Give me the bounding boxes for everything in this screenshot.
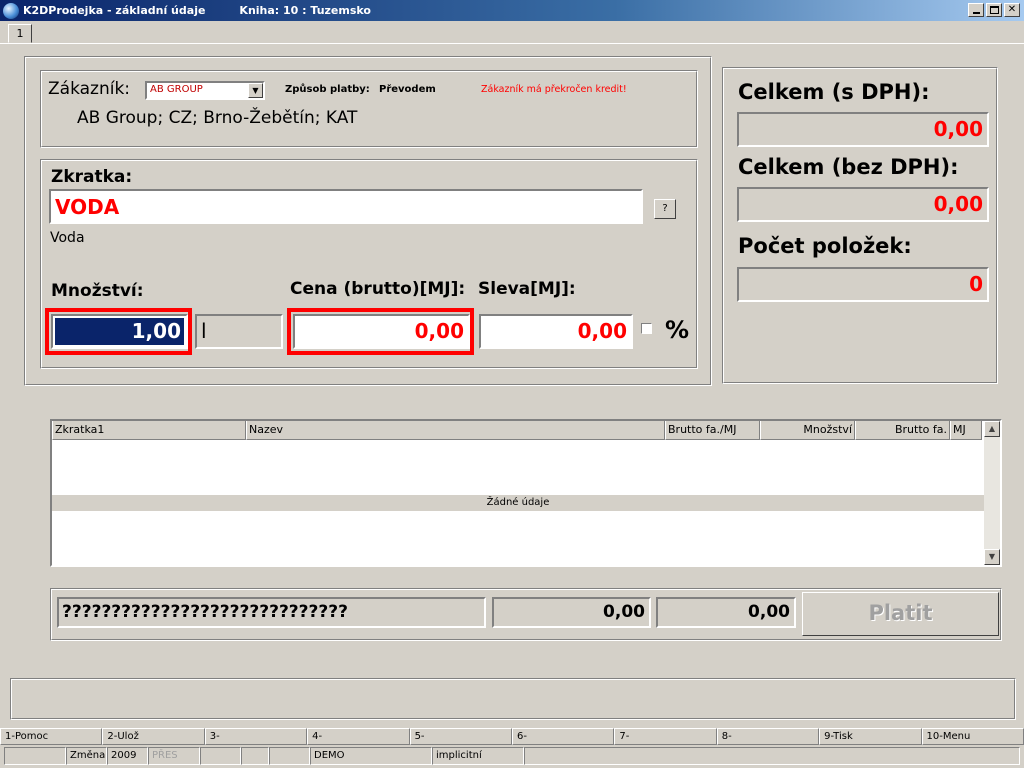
credit-warning: Zákazník má překročen kredit! <box>481 84 627 95</box>
grid-header: Zkratka1 Nazev Brutto fa./MJ Množství Br… <box>52 421 982 440</box>
status-bar: Změna 2009 PŘES DEMO implicitní <box>0 746 1024 766</box>
function-key-bar: 1-Pomoc 2-Ulož 3- 4- 5- 6- 7- 8- 9-Tisk … <box>0 728 1024 746</box>
maximize-button[interactable] <box>986 3 1002 17</box>
payment-label: Způsob platby: <box>285 84 370 95</box>
unit-value: l <box>201 319 207 343</box>
message-panel <box>10 678 1016 720</box>
fkey-7[interactable]: 7- <box>614 728 717 745</box>
title-bar[interactable]: K2DProdejka - základní údaje Kniha: 10 :… <box>0 0 1024 21</box>
status-cell-empty <box>524 747 1020 765</box>
pay-button[interactable]: Platit <box>802 592 999 636</box>
status-cell-empty <box>241 747 269 765</box>
grid-col-header[interactable]: Zkratka1 <box>52 421 246 440</box>
quantity-label: Množství: <box>51 281 144 301</box>
fkey-2-save[interactable]: 2-Ulož <box>102 728 205 745</box>
net-total-label: Celkem (bez DPH): <box>738 155 959 179</box>
items-grid[interactable] <box>50 419 1002 567</box>
gross-total-label: Celkem (s DPH): <box>738 80 930 104</box>
code-lookup-button[interactable]: ? <box>654 199 676 219</box>
payment-value: Převodem <box>379 84 436 95</box>
customer-selected-value: AB GROUP <box>150 84 203 95</box>
scroll-up-icon[interactable]: ▲ <box>984 421 1000 437</box>
item-count-label: Počet položek: <box>738 234 912 258</box>
percent-checkbox[interactable] <box>641 323 652 334</box>
item-count-value: 0 <box>737 267 989 302</box>
fkey-4[interactable]: 4- <box>307 728 410 745</box>
grid-scrollbar[interactable] <box>984 421 1000 565</box>
summary-text: ????????????????????????????? <box>57 597 486 628</box>
grid-col-header[interactable]: Brutto fa. <box>855 421 950 440</box>
tab-divider <box>0 43 1024 44</box>
status-mode: Změna <box>66 747 107 765</box>
status-cell-empty <box>200 747 241 765</box>
fkey-1-help[interactable]: 1-Pomoc <box>0 728 103 745</box>
window-title: K2DProdejka - základní údaje <box>23 4 206 17</box>
price-label: Cena (brutto)[MJ]: <box>290 279 466 299</box>
gross-total-value: 0,00 <box>737 112 989 147</box>
close-button[interactable]: ✕ <box>1004 3 1020 17</box>
unit-field: l <box>195 314 283 349</box>
maximize-icon <box>989 6 999 14</box>
minimize-icon <box>972 12 980 14</box>
status-insert: PŘES <box>148 747 200 765</box>
grid-col-header[interactable]: Nazev <box>246 421 665 440</box>
code-label: Zkratka: <box>51 167 133 187</box>
app-logo-icon <box>3 2 19 19</box>
grid-col-header[interactable]: MJ <box>950 421 982 440</box>
chevron-down-icon[interactable]: ▼ <box>248 83 263 98</box>
status-cell-empty <box>269 747 310 765</box>
grid-col-header[interactable]: Brutto fa./MJ <box>665 421 760 440</box>
status-profile: implicitní <box>432 747 524 765</box>
code-input-value: VODA <box>55 195 120 219</box>
fkey-5[interactable]: 5- <box>409 728 512 745</box>
grid-empty-message: Žádné údaje <box>52 495 984 511</box>
summary-value-1: 0,00 <box>492 597 651 628</box>
customer-label: Zákazník: <box>48 79 131 99</box>
scroll-down-icon[interactable]: ▼ <box>984 549 1000 565</box>
discount-input[interactable]: 0,00 <box>479 314 633 349</box>
status-cell-empty <box>4 747 66 765</box>
fkey-10-menu[interactable]: 10-Menu <box>921 728 1024 745</box>
fkey-8[interactable]: 8- <box>716 728 820 745</box>
fkey-3[interactable]: 3- <box>204 728 308 745</box>
quantity-input-value: 1,00 <box>55 318 184 345</box>
status-db: DEMO <box>310 747 432 765</box>
summary-value-2: 0,00 <box>656 597 796 628</box>
discount-label: Sleva[MJ]: <box>478 279 576 299</box>
book-title: Kniha: 10 : Tuzemsko <box>239 4 371 17</box>
fkey-9-print[interactable]: 9-Tisk <box>819 728 922 745</box>
net-total-value: 0,00 <box>737 187 989 222</box>
tab-1[interactable]: 1 <box>8 24 32 43</box>
price-input[interactable]: 0,00 <box>293 314 470 349</box>
customer-select[interactable]: AB GROUP ▼ <box>145 81 265 100</box>
quantity-input[interactable]: 1,00 <box>51 314 188 349</box>
item-name: Voda <box>50 230 85 246</box>
grid-col-header[interactable]: Množství <box>760 421 855 440</box>
code-input[interactable]: VODA <box>49 189 643 224</box>
status-year: 2009 <box>107 747 148 765</box>
close-icon: ✕ <box>1007 4 1017 15</box>
customer-details: AB Group; CZ; Brno-Žebětín; KAT <box>77 108 358 128</box>
percent-label: % <box>665 316 690 344</box>
minimize-button[interactable] <box>968 3 984 17</box>
fkey-6[interactable]: 6- <box>511 728 615 745</box>
